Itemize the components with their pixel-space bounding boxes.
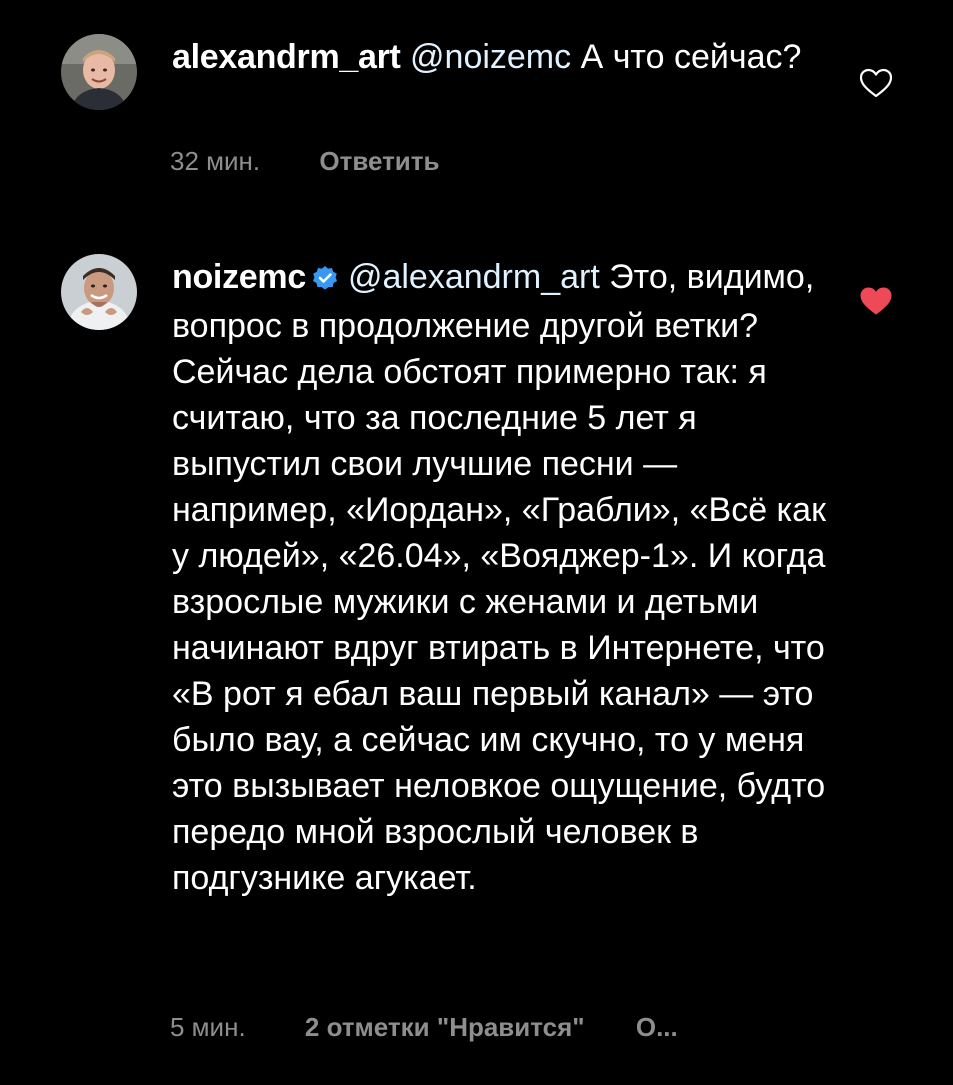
heart-filled-icon[interactable] — [859, 286, 893, 316]
likes-count-button[interactable]: 2 отметки "Нравится" — [305, 1012, 585, 1043]
timestamp: 32 мин. — [170, 146, 261, 176]
username[interactable]: noizemc — [172, 258, 306, 296]
avatar-noizemc[interactable] — [61, 254, 137, 330]
reply-button[interactable]: Ответить — [319, 146, 439, 177]
comment-text: alexandrm_art @noizemc А что сейчас? — [172, 34, 832, 80]
username[interactable]: alexandrm_art — [172, 38, 401, 76]
mention-link[interactable]: @noizemc — [410, 38, 571, 76]
avatar-image — [61, 34, 137, 110]
avatar-alexandrm-art[interactable] — [61, 34, 137, 110]
verified-badge-icon — [312, 257, 338, 303]
heart-outline-icon[interactable] — [859, 68, 893, 98]
comment-body: Это, видимо, вопрос в продолжение другой… — [172, 258, 826, 897]
comment-body: А что сейчас? — [571, 38, 802, 76]
mention-link[interactable]: @alexandrm_art — [348, 258, 600, 296]
comment-meta: 32 мин. Ответить — [170, 146, 440, 177]
avatar-image — [61, 254, 137, 330]
timestamp: 5 мин. — [170, 1012, 246, 1042]
more-button[interactable]: О... — [636, 1012, 678, 1043]
comment-text: noizemc @alexandrm_art Это, видимо, вопро… — [172, 254, 832, 901]
comment-meta: 5 мин. 2 отметки "Нравится" О... — [170, 1012, 678, 1043]
